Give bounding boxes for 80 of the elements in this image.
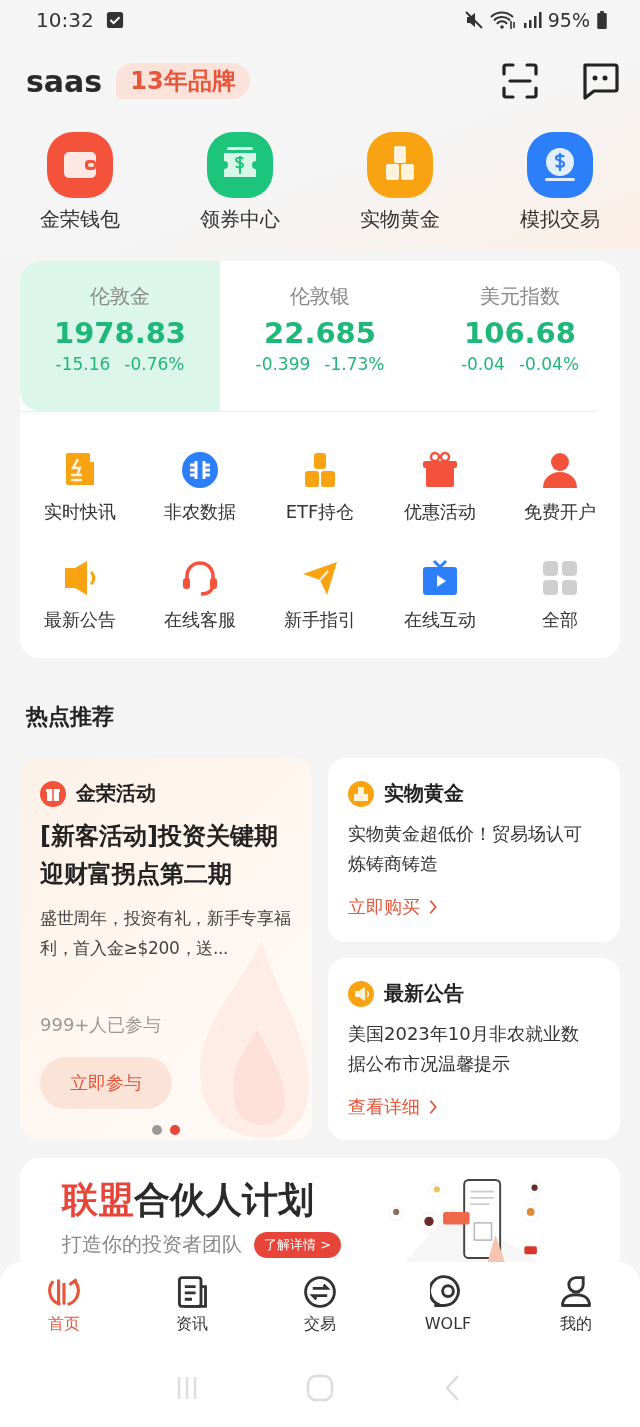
service-label[interactable]: 免费开户 <box>524 500 596 524</box>
info-card[interactable]: 实物黄金 实物黄金超低价！贸易场认可炼铸商铸造 立即购买 <box>328 758 620 942</box>
banner-title: 联盟合伙人计划 <box>62 1178 315 1222</box>
battery-percent: 95% <box>547 9 590 31</box>
signal-icon <box>521 10 542 30</box>
tab[interactable]: 资讯 <box>128 1274 256 1335</box>
details-button[interactable]: 了解详情 > <box>254 1231 342 1258</box>
quote-name: 伦敦金 <box>90 283 150 310</box>
coin-icon[interactable] <box>527 132 593 198</box>
card-tag: 金荣活动 <box>76 780 156 807</box>
quote-tile[interactable]: 伦敦银 22.685 -0.399 -1.73% <box>220 261 420 411</box>
quote-change: -0.04 <box>460 354 505 374</box>
battery-icon <box>596 10 608 30</box>
service-label[interactable]: 在线客服 <box>164 608 236 632</box>
brand-name: saas <box>26 63 103 99</box>
card-link[interactable]: 查看详细 <box>348 1095 420 1119</box>
tab[interactable]: 我的 <box>512 1274 640 1335</box>
shortcut-label[interactable]: 金荣钱包 <box>40 206 120 233</box>
card-link[interactable]: 立即购买 <box>348 895 420 919</box>
checkbox-icon <box>105 11 124 29</box>
service-label[interactable]: 新手指引 <box>284 608 356 632</box>
tab[interactable]: 首页 <box>0 1274 128 1335</box>
service-label[interactable]: 全部 <box>542 608 578 632</box>
scan-icon[interactable] <box>500 61 540 101</box>
brand-badge: 13年品牌 <box>116 63 250 99</box>
mute-icon <box>463 10 484 30</box>
card-tag: 最新公告 <box>384 980 464 1007</box>
person-icon <box>558 1274 594 1310</box>
quote-percent: -1.73% <box>324 354 385 374</box>
section-title: 热点推荐 <box>26 703 115 731</box>
shortcut-label[interactable]: 模拟交易 <box>520 206 600 233</box>
shortcut-label[interactable]: 领券中心 <box>200 206 280 233</box>
service-label[interactable]: ETF持仓 <box>285 500 355 524</box>
service-label[interactable]: 非农数据 <box>164 500 236 524</box>
card-text: 实物黄金超低价！贸易场认可炼铸商铸造 <box>348 822 583 876</box>
quote-change: -15.16 <box>55 354 111 374</box>
page-dot[interactable] <box>170 1125 180 1135</box>
ingots-icon <box>348 780 374 807</box>
page-dot[interactable] <box>152 1125 162 1135</box>
banner-subtitle: 打造你的投资者团队 <box>62 1231 242 1258</box>
clock-time: 10:32 <box>36 8 94 32</box>
ticket-icon[interactable] <box>207 132 273 198</box>
chevron-right-icon[interactable] <box>428 899 438 915</box>
person-icon[interactable] <box>540 450 580 490</box>
wifi-icon <box>489 10 516 30</box>
quote-price: 22.685 <box>264 316 376 350</box>
exchange-icon <box>302 1274 338 1310</box>
gift-icon <box>40 780 66 807</box>
speaker-icon <box>348 980 374 1007</box>
promo-banner[interactable]: 联盟合伙人计划 打造你的投资者团队 了解详情 > <box>20 1158 620 1264</box>
tab[interactable]: WOLF <box>384 1274 512 1335</box>
quote-percent: -0.04% <box>518 354 580 374</box>
service-label[interactable]: 优惠活动 <box>404 500 476 524</box>
shortcut-label[interactable]: 实物黄金 <box>360 206 440 233</box>
participant-count: 999+人已参与 <box>40 1013 163 1037</box>
service-label[interactable]: 在线互动 <box>404 608 476 632</box>
card-text: 美国2023年10月非农就业数据公布市况温馨提示 <box>348 1022 580 1076</box>
quote-name: 伦敦银 <box>290 283 350 310</box>
quote-percent: -0.76% <box>124 354 185 374</box>
tv-icon[interactable] <box>420 558 460 598</box>
featured-title: [新客活动]投资关键期迎财富拐点第二期 <box>40 821 279 890</box>
info-card[interactable]: 最新公告 美国2023年10月非农就业数据公布市况温馨提示 查看详细 <box>328 958 620 1140</box>
wallet-icon[interactable] <box>47 132 113 198</box>
message-icon[interactable] <box>580 61 620 101</box>
chevron-right-icon[interactable] <box>428 1099 438 1115</box>
card-tag: 实物黄金 <box>384 780 464 807</box>
featured-description: 盛世周年，投资有礼，新手专享福利，首入金≥$200，送... <box>40 907 292 960</box>
service-label[interactable]: 最新公告 <box>44 608 116 632</box>
service-label[interactable]: 实时快讯 <box>44 500 116 524</box>
quote-change: -0.399 <box>255 354 311 374</box>
quote-price: 106.68 <box>464 316 576 350</box>
quote-name: 美元指数 <box>480 283 560 310</box>
data-icon[interactable] <box>180 450 220 490</box>
ingots-icon[interactable] <box>367 132 433 198</box>
gift-icon[interactable] <box>420 450 460 490</box>
tab[interactable]: 交易 <box>256 1274 384 1335</box>
quote-price: 1978.83 <box>53 316 187 350</box>
headset-icon[interactable] <box>180 558 220 598</box>
featured-card[interactable]: 金荣活动 [新客活动]投资关键期迎财富拐点第二期 盛世周年，投资有礼，新手专享福利，首入金≥$200，送... 999+人已参与 立即参与 <box>20 758 312 1140</box>
quote-tile[interactable]: 美元指数 106.68 -0.04 -0.04% <box>420 261 620 411</box>
